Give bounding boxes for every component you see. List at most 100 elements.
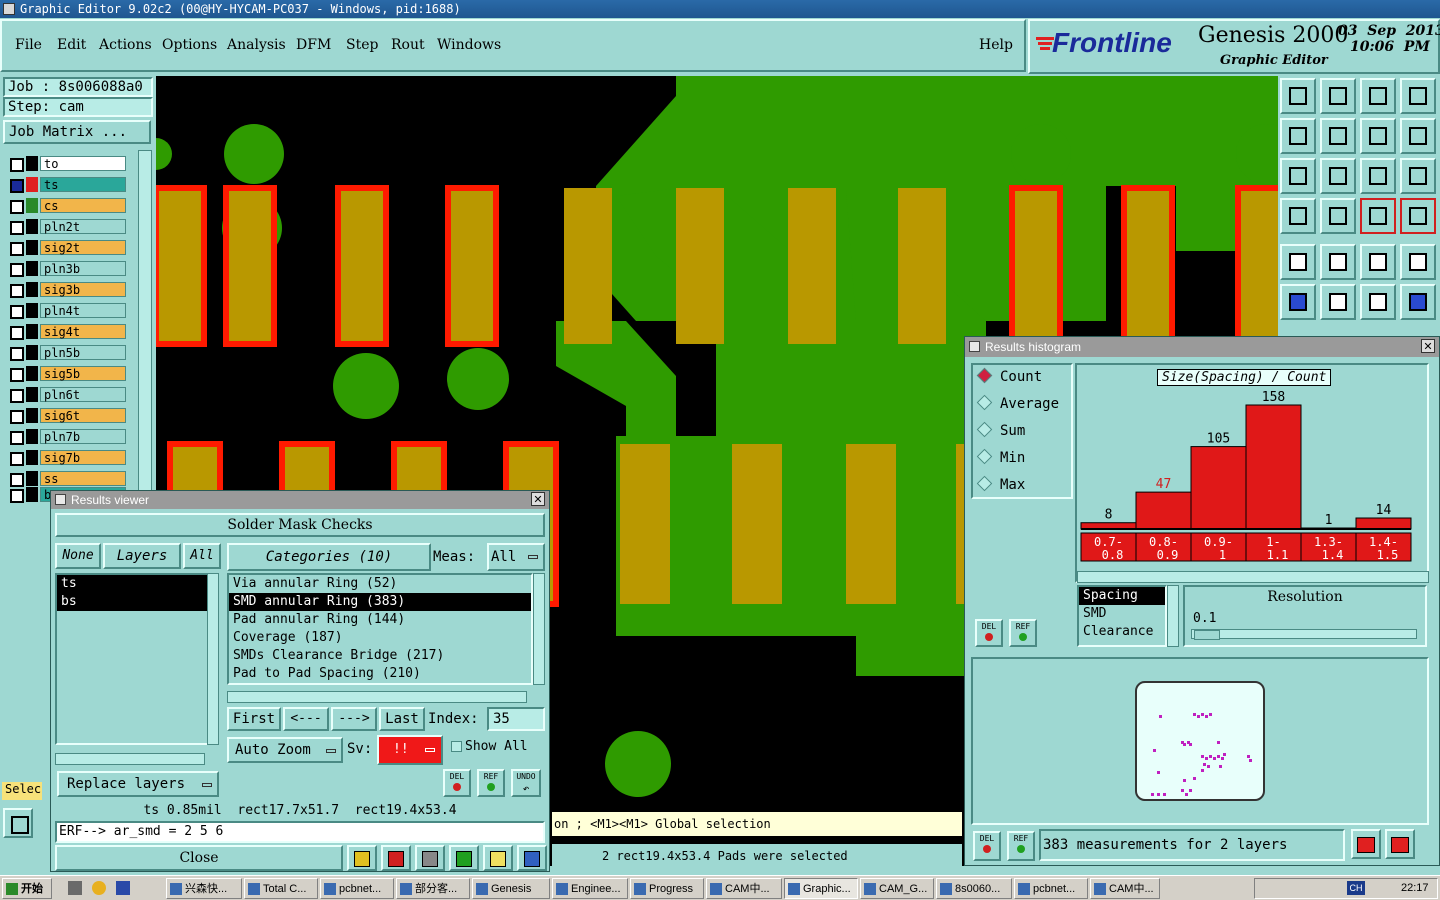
preview-del-button[interactable]: DEL xyxy=(973,831,1001,861)
window-title-bar[interactable]: Graphic Editor 9.02c2 (00@HY-HYCAM-PC037… xyxy=(0,0,1440,18)
metric-list-scrollbar[interactable] xyxy=(1167,585,1179,647)
layer-checkbox[interactable] xyxy=(10,431,24,445)
metric-item[interactable]: Spacing xyxy=(1079,587,1165,605)
menu-actions[interactable]: Actions xyxy=(99,37,152,53)
categories-hscrollbar[interactable] xyxy=(227,691,527,703)
fit-button[interactable] xyxy=(1280,158,1316,194)
mode-max[interactable]: Max xyxy=(976,475,1025,497)
hist-del-button[interactable]: DEL xyxy=(975,619,1003,647)
undo-button[interactable]: UNDO ↶ xyxy=(511,769,541,797)
radio-indicator[interactable] xyxy=(976,448,993,465)
layer-list-hscrollbar[interactable] xyxy=(55,753,205,765)
map-view-button[interactable] xyxy=(1385,829,1415,859)
move-up-button[interactable] xyxy=(1280,78,1316,114)
layer-row-pln3b[interactable]: pln3b xyxy=(6,261,126,277)
chart-view-button[interactable] xyxy=(1351,829,1381,859)
taskbar-item[interactable]: CAM_G... xyxy=(860,878,934,899)
taskbar-item[interactable]: 8s0060... xyxy=(936,878,1012,899)
histogram-bar[interactable] xyxy=(1135,491,1192,530)
category-item[interactable]: Pad to Pad Spacing (210) xyxy=(229,665,531,683)
clear-button[interactable] xyxy=(415,845,445,871)
tab-none[interactable]: None xyxy=(55,543,101,569)
result-layer-item[interactable]: bs xyxy=(57,593,207,611)
taskbar-item[interactable]: Enginee... xyxy=(552,878,628,899)
layer-checkbox[interactable] xyxy=(10,389,24,403)
smd-pad[interactable] xyxy=(898,188,946,344)
index-input[interactable]: 35 xyxy=(487,707,545,731)
help-button[interactable] xyxy=(1400,158,1436,194)
smd-pad[interactable] xyxy=(788,188,836,344)
close-button[interactable]: Close xyxy=(55,845,343,871)
layer-select-button[interactable] xyxy=(1400,198,1436,234)
taskbar-item[interactable]: pcbnet... xyxy=(320,878,394,899)
measure-button[interactable] xyxy=(1360,244,1396,280)
layer-row-sig7b[interactable]: sig7b xyxy=(6,450,126,466)
smd-pad[interactable] xyxy=(1121,185,1175,347)
layer-checkbox[interactable] xyxy=(10,410,24,424)
report-button[interactable] xyxy=(483,845,513,871)
histogram-hscrollbar[interactable] xyxy=(1077,571,1429,583)
histogram-bar[interactable] xyxy=(1245,404,1302,530)
check-button[interactable] xyxy=(449,845,479,871)
histogram-titlebar[interactable]: Results histogram ✕ xyxy=(965,337,1439,357)
layer-checkbox[interactable] xyxy=(10,179,24,193)
layer-list[interactable]: ts bs xyxy=(55,573,209,745)
category-item[interactable]: Pad annular Ring (144) xyxy=(229,611,531,629)
preview-ref-button[interactable]: REF xyxy=(1007,831,1035,861)
smd-pad[interactable] xyxy=(676,188,724,344)
center-button[interactable] xyxy=(1320,158,1356,194)
del-button[interactable]: DEL xyxy=(443,769,471,797)
layer-row-pln7b[interactable]: pln7b xyxy=(6,429,126,445)
layer-row-sig4t[interactable]: sig4t xyxy=(6,324,126,340)
layer-checkbox[interactable] xyxy=(10,200,24,214)
desktop-icon[interactable] xyxy=(68,881,82,895)
prev-button[interactable]: <--- xyxy=(283,707,329,731)
layer-row-sig3b[interactable]: sig3b xyxy=(6,282,126,298)
scale-button[interactable] xyxy=(1360,158,1396,194)
results-viewer-titlebar[interactable]: Results viewer ✕ xyxy=(51,491,549,509)
menu-file[interactable]: File xyxy=(15,37,42,53)
app-shortcut-icon[interactable] xyxy=(116,881,130,895)
smd-pad[interactable] xyxy=(620,444,670,604)
taskbar-item[interactable]: CAM中... xyxy=(706,878,782,899)
clock-app-icon[interactable] xyxy=(92,881,106,895)
taskbar-item[interactable]: pcbnet... xyxy=(1014,878,1088,899)
layer-checkbox[interactable] xyxy=(10,368,24,382)
layer-row-cs[interactable]: cs xyxy=(6,198,126,214)
radio-indicator[interactable] xyxy=(976,367,993,384)
menu-rout[interactable]: Rout xyxy=(391,37,425,53)
next-button[interactable]: ---> xyxy=(331,707,377,731)
slider-handle[interactable] xyxy=(1194,630,1220,640)
mode-min[interactable]: Min xyxy=(976,448,1025,470)
snap-left-button[interactable] xyxy=(1280,118,1316,154)
cross-button[interactable] xyxy=(1320,284,1356,320)
route-button[interactable] xyxy=(1400,118,1436,154)
layer-checkbox[interactable] xyxy=(10,489,24,503)
layer-checkbox[interactable] xyxy=(10,221,24,235)
categories-button[interactable]: Categories (10) xyxy=(227,543,431,571)
resolution-slider[interactable] xyxy=(1191,629,1417,640)
radio-indicator[interactable] xyxy=(976,394,993,411)
layer-checkbox[interactable] xyxy=(10,158,24,172)
menu-dfm[interactable]: DFM xyxy=(296,37,331,53)
node-button[interactable] xyxy=(1280,284,1316,320)
mode-count[interactable]: Count xyxy=(976,367,1042,389)
stop-button[interactable] xyxy=(381,845,411,871)
radio-indicator[interactable] xyxy=(976,421,993,438)
layer-checkbox[interactable] xyxy=(10,263,24,277)
last-button[interactable]: Last xyxy=(379,707,425,731)
job-matrix-button[interactable]: Job Matrix ... xyxy=(3,120,151,144)
layer-checkbox[interactable] xyxy=(10,242,24,256)
grid-button[interactable] xyxy=(1320,198,1356,234)
histogram-button[interactable] xyxy=(517,845,547,871)
metric-item[interactable]: SMD xyxy=(1079,605,1165,623)
radio-indicator[interactable] xyxy=(976,475,993,492)
category-item[interactable]: Coverage (187) xyxy=(229,629,531,647)
mode-average[interactable]: Average xyxy=(976,394,1059,416)
point-button[interactable] xyxy=(1400,244,1436,280)
board-preview[interactable] xyxy=(1135,681,1265,801)
menu-help[interactable]: Help xyxy=(979,37,1013,53)
tab-layers[interactable]: Layers xyxy=(103,543,181,569)
smd-pad[interactable] xyxy=(445,185,499,347)
categories-list[interactable]: Via annular Ring (52) SMD annular Ring (3… xyxy=(227,573,533,685)
